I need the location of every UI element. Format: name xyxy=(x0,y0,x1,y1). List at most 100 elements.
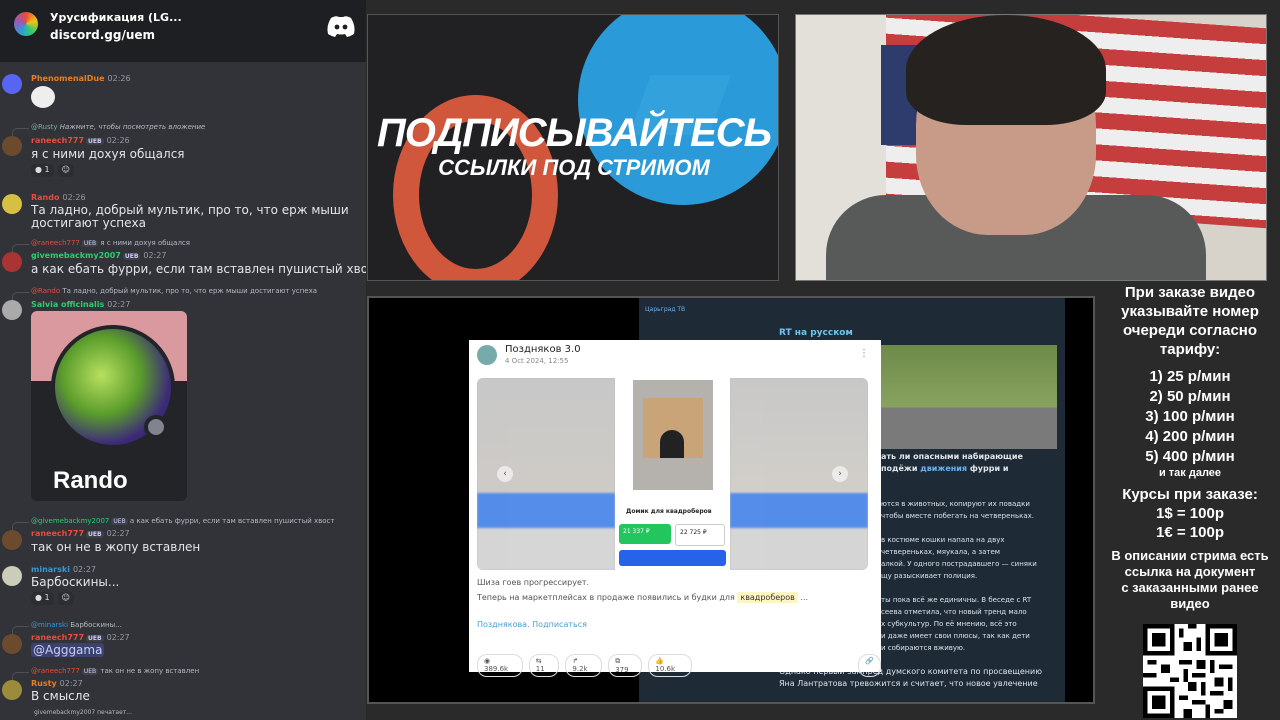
image-gallery[interactable]: Домик для квадроберов 21 337 ₽ 22 725 ₽ … xyxy=(477,378,868,570)
timestamp: 02:26 xyxy=(107,74,131,83)
desc-line: ссылка на документ xyxy=(1124,564,1256,579)
info-line: тарифу: xyxy=(1159,341,1221,358)
tariff-line: 2) 50 р/мин xyxy=(1149,388,1231,405)
server-name: Урусификация (LG... xyxy=(50,11,182,24)
add-reaction-icon[interactable]: ☺ xyxy=(57,164,74,177)
tg-body-line: сеева отметила, что новый тренд мало xyxy=(881,608,1027,616)
tg-post-photo[interactable] xyxy=(881,345,1057,449)
tariff-line: 5) 400 р/мин xyxy=(1145,448,1235,465)
avatar[interactable] xyxy=(2,252,22,272)
avatar[interactable] xyxy=(2,300,22,320)
avatar[interactable] xyxy=(2,136,22,156)
tariff-line: 1) 25 р/мин xyxy=(1149,368,1231,385)
username[interactable]: raneech777 xyxy=(31,633,84,642)
role-badge: UEB xyxy=(86,531,104,538)
username[interactable]: raneech777 xyxy=(31,136,84,145)
hashtag[interactable]: квадроберов xyxy=(737,592,798,603)
tg-channel-name[interactable]: Царьград ТВ xyxy=(645,306,685,313)
add-reaction-icon[interactable]: ☺ xyxy=(57,592,74,605)
post-text: Шиза гоев прогрессирует. xyxy=(477,578,590,587)
channel-name[interactable]: Поздняков 3.0 xyxy=(505,344,581,355)
message-text: достигают успеха xyxy=(31,216,146,230)
tg-source-name[interactable]: RT на русском xyxy=(779,328,853,338)
views-count: ◉ 389.6k xyxy=(477,654,523,677)
reply-preview[interactable]: @Rusty Нажмите, чтобы посмотреть вложени… xyxy=(31,123,205,131)
price-old: 22 725 ₽ xyxy=(675,524,725,546)
server-icon xyxy=(14,12,38,36)
role-badge: UEB xyxy=(122,253,141,260)
desc-line: В описании стрима есть xyxy=(1111,548,1269,563)
tg-body-line: и собираются вживую. xyxy=(881,644,966,652)
tg-body-line: и даже имеет свои плюсы, так как дети xyxy=(881,632,1030,640)
profile-card-image[interactable]: Rando xyxy=(31,311,187,501)
avatar[interactable] xyxy=(2,194,22,214)
tariff-line: 3) 100 р/мин xyxy=(1145,408,1235,425)
next-image-icon[interactable]: › xyxy=(832,466,848,482)
tg-body-line: ты пока всё же единичны. В беседе с RT xyxy=(881,596,1032,604)
order-info-panel: При заказе видео указывайте номер очеред… xyxy=(1100,283,1280,612)
status-icon xyxy=(144,415,168,439)
tariff-etc: и так далее xyxy=(1158,467,1222,479)
hashtag-link[interactable]: движения xyxy=(920,464,967,473)
username[interactable]: givemebackmy2007 xyxy=(31,251,121,260)
avatar[interactable] xyxy=(2,566,22,586)
tg-body-line: в костюме кошки напала на двух xyxy=(881,536,1005,544)
promo-subtitle: ССЫЛКИ ПОД СТРИМОМ xyxy=(438,155,710,180)
likes-count[interactable]: 👍 10.6k xyxy=(648,654,693,677)
tariff-line: 4) 200 р/мин xyxy=(1145,428,1235,445)
username[interactable]: minarski xyxy=(31,565,70,574)
tg-body-line: четвереньках, мяукала, а затем xyxy=(881,548,1001,556)
username[interactable]: Salvia officinalis xyxy=(31,300,104,309)
username[interactable]: Rando xyxy=(31,193,59,202)
reaction[interactable]: ● 1 xyxy=(31,164,54,177)
qr-code-icon xyxy=(1143,624,1237,718)
profile-card-name: Rando xyxy=(53,467,128,494)
channel-avatar[interactable] xyxy=(477,345,497,365)
message-text: В смысле xyxy=(31,689,90,703)
courses-line: 1€ = 100р xyxy=(1156,524,1224,541)
link-icon[interactable]: 🔗 xyxy=(858,654,882,677)
typing-indicator: givemebackmy2007 печатает... xyxy=(34,709,133,716)
prev-image-icon[interactable]: ‹ xyxy=(497,466,513,482)
reply-preview[interactable]: @raneech777 UEB я с ними дохуя общался xyxy=(31,239,190,247)
more-options-icon[interactable]: ⋮ xyxy=(859,348,869,359)
reply-preview[interactable]: @minarski Барбоскины... xyxy=(31,621,122,629)
reaction[interactable]: ● 1 xyxy=(31,592,54,605)
username[interactable]: Rusty xyxy=(31,679,57,688)
info-line: очереди согласно xyxy=(1122,322,1258,339)
desc-line: видео xyxy=(1170,596,1210,611)
chat-header: Урусификация (LG... discord.gg/uem xyxy=(0,0,366,62)
reply-preview[interactable]: @Rando Та ладно, добрый мультик, про то,… xyxy=(31,287,317,295)
timestamp: 02:27 xyxy=(106,633,130,642)
timestamp: 02:26 xyxy=(106,136,130,145)
server-invite-link[interactable]: discord.gg/uem xyxy=(50,28,155,42)
reply-preview[interactable]: @givemebackmy2007 UEB а как ебать фурри, … xyxy=(31,517,334,525)
mention[interactable]: @Agggama xyxy=(31,643,105,657)
timestamp: 02:26 xyxy=(62,193,86,202)
comments-count[interactable]: ⇆ 11 xyxy=(528,654,560,677)
reposts-count[interactable]: ⧉ 379 xyxy=(608,654,643,677)
avatar[interactable] xyxy=(2,634,22,654)
message-text: так он не в жопу вставлен xyxy=(31,540,201,554)
subscribe-link[interactable]: Позднякова. Подписаться xyxy=(477,620,587,629)
discord-chat-panel: Урусификация (LG... discord.gg/uem Pheno… xyxy=(0,0,366,720)
reply-preview[interactable]: @raneech777 UEB так он не в жопу вставлен xyxy=(31,667,199,675)
courses-line: Курсы при заказе: xyxy=(1122,486,1258,503)
telegram-post-card: Поздняков 3.0 4 Oct 2024, 12:55 ⋮ Домик … xyxy=(469,340,882,677)
timestamp: 02:27 xyxy=(107,300,131,309)
avatar[interactable] xyxy=(2,680,22,700)
screen-share: Царьград ТВ RT на русском ать ли опасным… xyxy=(367,296,1095,704)
tg-body-line: ются в животных, копируют их повадки xyxy=(881,500,1030,508)
shares-count[interactable]: ↱ 9.2k xyxy=(565,654,603,677)
avatar[interactable] xyxy=(2,74,22,94)
message-text: Та ладно, добрый мультик, про то, что ер… xyxy=(31,203,349,217)
avatar[interactable] xyxy=(2,530,22,550)
role-badge: UEB xyxy=(86,138,104,145)
tg-headline-2: подёжи движения фурри и xyxy=(881,464,1009,473)
role-badge: UEB xyxy=(86,635,104,642)
courses-line: 1$ = 100р xyxy=(1156,505,1224,522)
tg-headline: ать ли опасными набирающие xyxy=(881,452,1023,461)
tg-body-line: алкой. У одного пострадавшего — синяки xyxy=(881,560,1037,568)
username[interactable]: PhenomenalDue xyxy=(31,74,105,83)
username[interactable]: raneech777 xyxy=(31,529,84,538)
